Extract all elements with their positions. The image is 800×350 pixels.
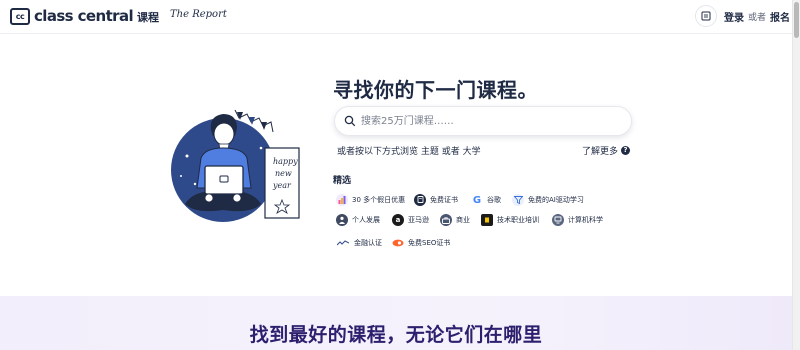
header-actions: 登录 或者 报名: [694, 5, 790, 27]
google-icon: G: [471, 194, 483, 206]
featured-chip-free-ai-learning[interactable]: 免费的AI驱动学习: [509, 191, 589, 209]
semrush-icon: [392, 237, 404, 249]
chip-label: 免费SEO证书: [408, 239, 451, 247]
featured-chip-google[interactable]: G 谷歌: [468, 191, 506, 209]
featured-chip-computer-science[interactable]: 计算机科学: [549, 211, 608, 229]
browse-or: 或者: [441, 147, 460, 157]
section-title: 找到最好的课程，无论它们在哪里: [249, 324, 543, 346]
chip-label: 30 多个假日优惠: [352, 196, 406, 204]
person-icon: [336, 214, 348, 226]
signup-link[interactable]: 报名: [770, 9, 790, 24]
finance-icon: [336, 237, 350, 249]
login-link[interactable]: 登录: [724, 9, 744, 24]
bar-chart-icon: [336, 194, 348, 206]
chip-label: 技术职业培训: [497, 216, 539, 224]
list-icon: [701, 11, 711, 21]
featured-chip-finance-certifications[interactable]: 金融认证: [333, 234, 387, 252]
briefcase-icon: [440, 214, 452, 226]
help-icon: ?: [621, 146, 631, 155]
class-central-logo[interactable]: cc class central: [10, 7, 134, 25]
learn-more-link[interactable]: 了解更多 ?: [582, 144, 631, 157]
ai-filter-icon: [512, 194, 524, 206]
tech-icon: [481, 214, 493, 226]
sign-text-new: new: [275, 169, 292, 178]
or-text: 或者: [747, 12, 766, 23]
top-header: cc class central 课程 The Report 登录 或者 报名: [0, 0, 792, 34]
featured-chip-free-certificates[interactable]: 免费证书: [411, 191, 463, 209]
bottom-section: 找到最好的课程，无论它们在哪里: [0, 296, 792, 350]
person-with-laptop-illustration: happy new year: [171, 109, 300, 222]
browse-prefix: 或者按以下方式浏览: [337, 147, 419, 157]
hero-illustration: happy new year: [165, 96, 305, 236]
chip-label: 免费证书: [430, 196, 458, 204]
chip-label: 谷歌: [487, 196, 501, 204]
amazon-icon: a: [392, 214, 404, 226]
page-scrollbar[interactable]: [792, 0, 800, 350]
featured-chip-tech-career-training[interactable]: 技术职业培训: [478, 211, 544, 229]
browse-options: 或者按以下方式浏览 主题 或者 大学: [337, 144, 481, 157]
featured-chip-free-seo-certificate[interactable]: 免费SEO证书: [389, 234, 456, 252]
nav-the-report[interactable]: The Report: [170, 9, 227, 20]
search-input[interactable]: [361, 112, 623, 131]
hero-title: 寻找你的下一门课程。: [333, 78, 538, 102]
browse-subject-link[interactable]: 主题: [421, 147, 439, 157]
scrollbar-thumb[interactable]: [794, 2, 799, 38]
featured-chip-personal-development[interactable]: 个人发展: [333, 211, 385, 229]
sign-text-year: year: [272, 181, 292, 190]
nav-courses[interactable]: 课程: [137, 9, 159, 25]
certificate-icon: [414, 194, 426, 206]
featured-chip-holiday-deals[interactable]: 30 多个假日优惠: [333, 191, 411, 209]
sign-text-happy: happy: [273, 157, 298, 166]
chip-label: 亚马逊: [408, 216, 429, 224]
chip-label: 金融认证: [354, 239, 382, 247]
featured-chip-business[interactable]: 商业: [437, 211, 475, 229]
learn-more-label: 了解更多: [582, 147, 619, 157]
chip-label: 免费的AI驱动学习: [528, 196, 584, 204]
chip-label: 个人发展: [352, 216, 380, 224]
logo-mark: cc: [10, 7, 30, 25]
logo-text: class central: [34, 7, 134, 25]
chip-label: 商业: [456, 216, 470, 224]
computer-icon: [552, 214, 564, 226]
bookmarks-button[interactable]: [694, 5, 717, 27]
featured-label: 精选: [333, 176, 352, 186]
featured-chip-amazon[interactable]: a 亚马逊: [389, 211, 434, 229]
chip-label: 计算机科学: [568, 216, 603, 224]
course-search-box[interactable]: [334, 106, 632, 136]
browse-university-link[interactable]: 大学: [463, 147, 481, 157]
search-icon: [344, 115, 356, 127]
